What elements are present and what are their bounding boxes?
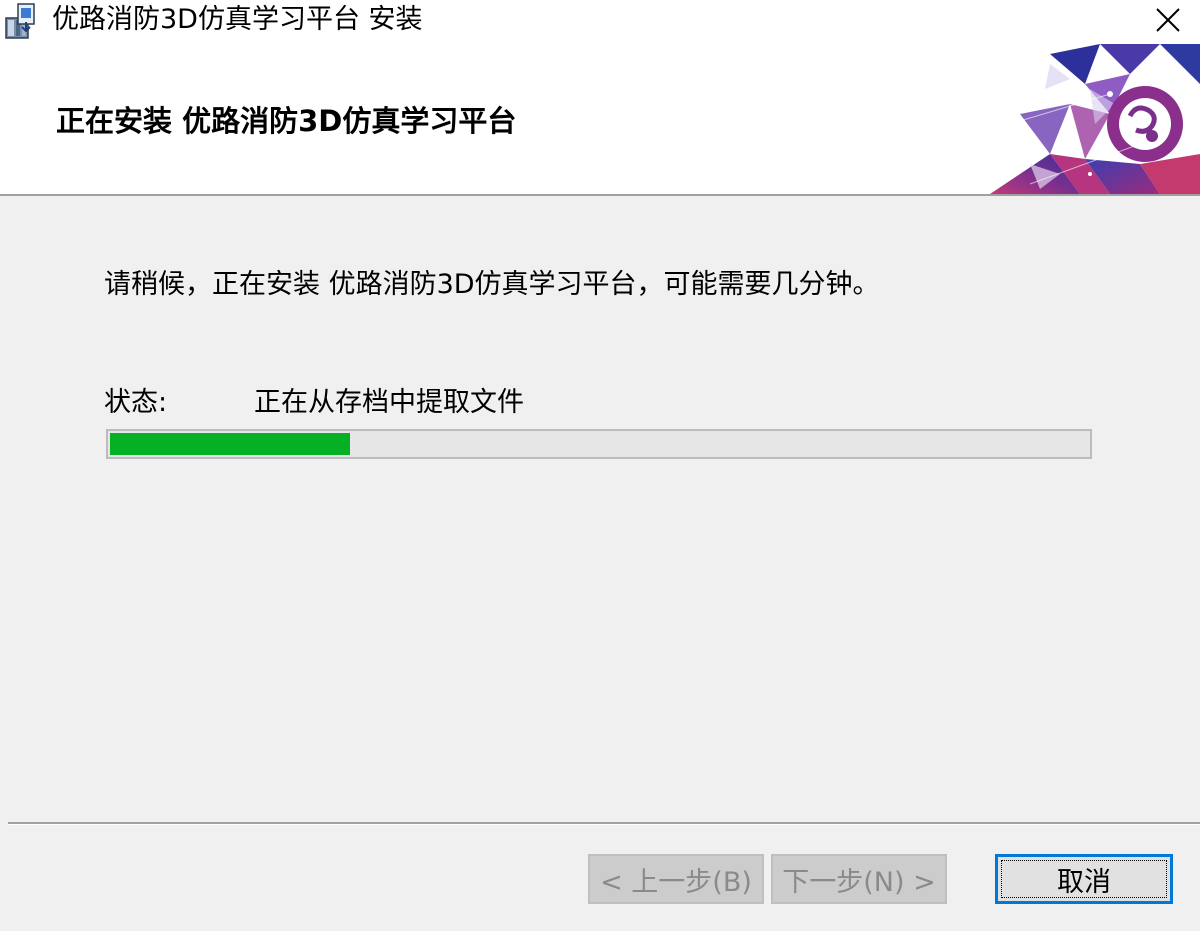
footer-divider <box>8 822 1200 825</box>
progress-fill <box>110 433 350 455</box>
cancel-button[interactable]: 取消 <box>995 854 1173 904</box>
close-button[interactable] <box>1136 0 1200 44</box>
banner-logo-graphic <box>990 44 1200 194</box>
title-bar: 优路消防3D仿真学习平台 安装 <box>0 0 1200 44</box>
back-button-label: < 上一步(B) <box>600 866 752 898</box>
close-icon <box>1155 7 1181 37</box>
status-label: 状态: <box>104 387 168 418</box>
next-button[interactable]: 下一步(N) > <box>771 854 947 904</box>
header-banner: 正在安装 优路消防3D仿真学习平台 <box>0 44 1200 196</box>
focus-rectangle <box>1001 860 1167 898</box>
page-title: 正在安装 优路消防3D仿真学习平台 <box>56 104 517 138</box>
next-button-label: 下一步(N) > <box>782 866 936 898</box>
status-value: 正在从存档中提取文件 <box>254 387 524 418</box>
installer-window: 优路消防3D仿真学习平台 安装 正在安装 优路消防3D仿真学习平台 请稍候，正在… <box>0 0 1200 931</box>
progress-bar <box>106 429 1092 459</box>
installer-package-icon <box>2 2 42 40</box>
window-title: 优路消防3D仿真学习平台 安装 <box>52 4 423 35</box>
install-message: 请稍候，正在安装 优路消防3D仿真学习平台，可能需要几分钟。 <box>104 269 880 300</box>
back-button[interactable]: < 上一步(B) <box>588 854 764 904</box>
